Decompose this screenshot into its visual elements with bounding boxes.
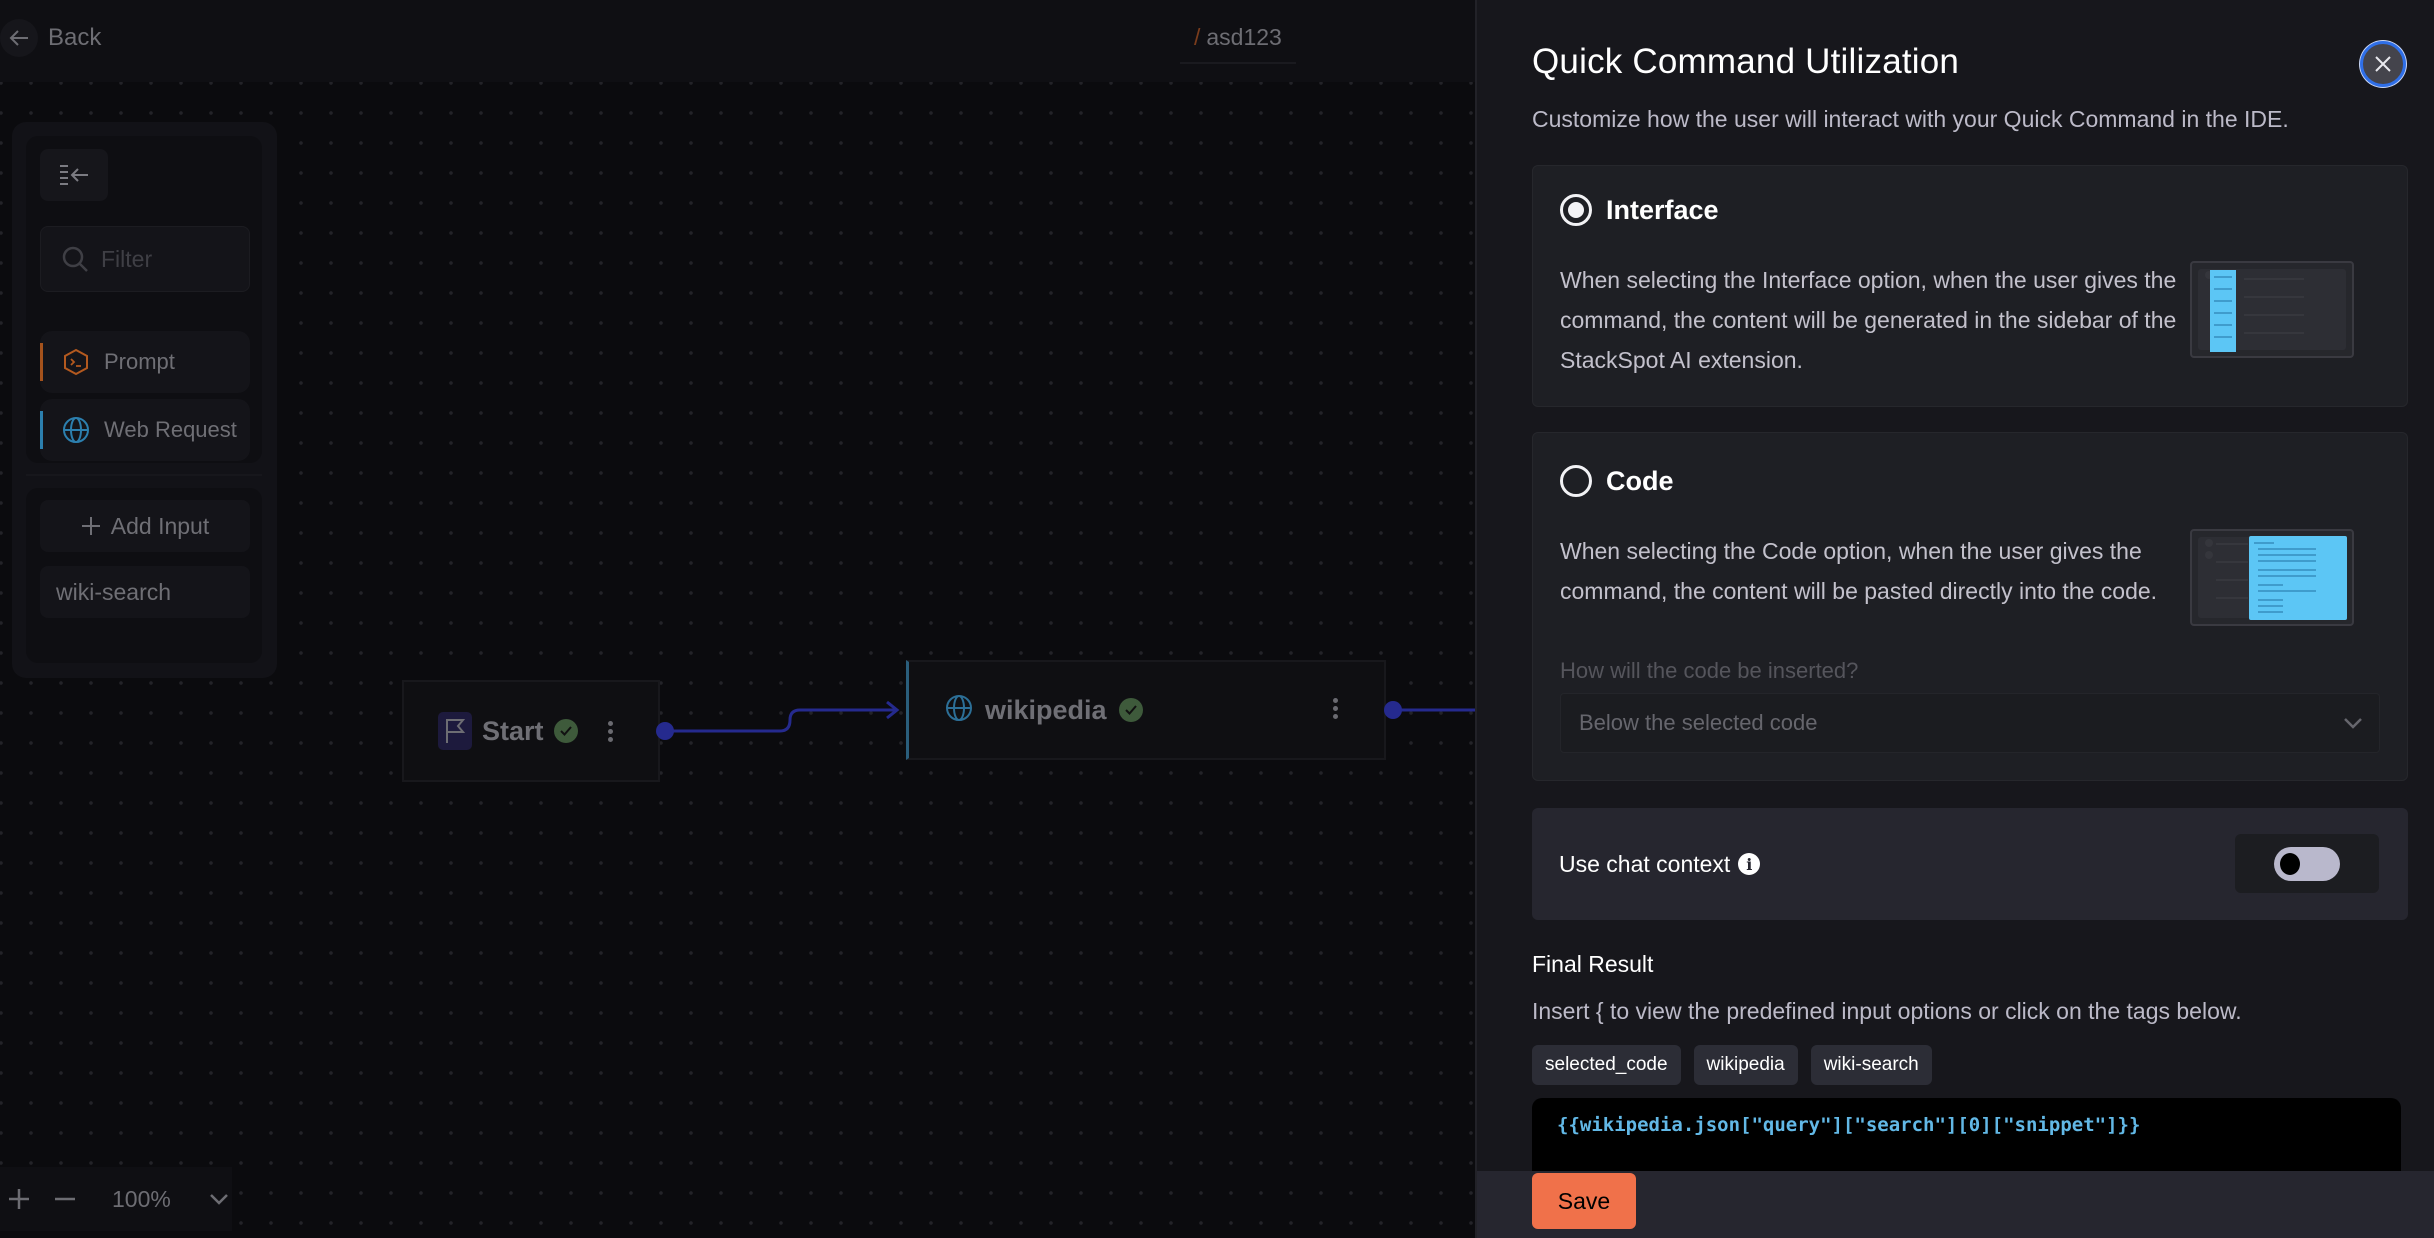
insert-mode-label: How will the code be inserted? [1560,658,1859,683]
edge-start-wikipedia [668,708,895,733]
add-input-button[interactable]: Add Input [40,500,250,552]
chat-context-toggle-container [2235,834,2379,893]
save-button[interactable]: Save [1532,1173,1636,1229]
insert-mode-select[interactable]: Below the selected code [1560,693,2380,753]
node-types-section: Filter Prompt Web Request [26,136,262,463]
check-circle-icon [1118,698,1143,722]
inputs-section: Add Input wiki-search [26,488,262,663]
tag-wikipedia[interactable]: wikipedia [1693,1045,1798,1085]
radio-unselected-icon[interactable] [1560,465,1592,497]
globe-icon [945,694,973,727]
more-options-icon[interactable] [1333,698,1338,719]
option-description: When selecting the Code option, when the… [1560,538,2158,604]
input-item[interactable]: wiki-search [40,566,250,618]
zoom-in-button[interactable] [8,1188,30,1210]
panel-title: Quick Command Utilization [1532,42,1960,81]
tag-selected-code[interactable]: selected_code [1532,1045,1681,1085]
zoom-menu-button[interactable] [209,1193,229,1205]
flow-node-start[interactable]: Start [402,680,660,782]
chat-context-label: Use chat context [1559,850,1731,877]
zoom-out-button[interactable] [54,1197,76,1201]
output-handle[interactable] [1384,701,1402,719]
filter-placeholder: Filter [101,245,153,272]
quick-command-utilization-panel: Quick Command Utilization Customize how … [1475,0,2434,1238]
panel-subtitle: Customize how the user will interact wit… [1532,106,2289,132]
interface-preview-image [2190,261,2354,358]
node-type-prompt[interactable]: Prompt [40,331,250,393]
option-description: When selecting the Interface option, whe… [1560,267,2177,373]
final-result-hint: Insert { to view the predefined input op… [1532,998,2242,1024]
zoom-controls: 100% [0,1167,232,1231]
globe-icon [63,417,89,443]
option-label: Interface [1606,194,1719,225]
option-label: Code [1606,465,1674,496]
filter-input[interactable]: Filter [40,226,250,292]
final-result-title: Final Result [1532,951,1654,977]
tag-wiki-search[interactable]: wiki-search [1810,1045,1932,1085]
more-options-icon[interactable] [607,720,613,742]
option-card-code[interactable]: Code When selecting the Code option, whe… [1532,432,2408,781]
flow-editor: Back / asd123 Start wikipedia Filter Pro… [0,0,1475,1238]
add-input-label: Add Input [110,512,210,539]
node-palette: Filter Prompt Web Request Add Input wiki… [12,122,277,678]
close-button[interactable] [2360,41,2406,87]
minus-icon [55,1197,75,1201]
node-type-label: Web Request [104,417,237,442]
check-circle-icon [553,719,578,743]
flow-node-wikipedia[interactable]: wikipedia [906,660,1386,760]
node-type-web-request[interactable]: Web Request [40,399,250,461]
radio-interface[interactable]: Interface [1560,194,1719,226]
collapse-sidebar-button[interactable] [40,149,108,201]
node-type-label: Prompt [104,349,175,374]
insert-mode-value: Below the selected code [1579,710,1818,735]
option-card-interface[interactable]: Interface When selecting the Interface o… [1532,165,2408,407]
plus-icon [9,1189,29,1209]
prompt-hexagon-icon [64,348,88,376]
info-icon[interactable]: i [1738,853,1761,875]
panel-footer: Save [1477,1171,2434,1238]
code-preview-image [2190,529,2354,626]
chat-context-toggle[interactable] [2274,846,2340,881]
chevron-down-icon [209,1194,228,1205]
output-handle[interactable] [656,722,674,740]
radio-code[interactable]: Code [1560,465,1674,497]
chevron-down-icon [2344,718,2362,729]
close-icon [2375,56,2391,72]
radio-selected-icon[interactable] [1560,194,1592,226]
plus-icon [81,517,100,535]
input-tags: selected_code wikipedia wiki-search [1532,1045,1932,1085]
zoom-level: 100% [112,1185,171,1212]
chat-context-card: Use chat context i [1532,808,2408,920]
divider [26,474,262,476]
node-title: wikipedia [985,694,1107,725]
collapse-icon [60,165,88,185]
flag-icon [438,712,472,750]
final-result-template: {{wikipedia.json["query"]["search"][0]["… [1557,1114,2141,1136]
node-title: Start [482,715,544,746]
search-icon [62,246,88,272]
